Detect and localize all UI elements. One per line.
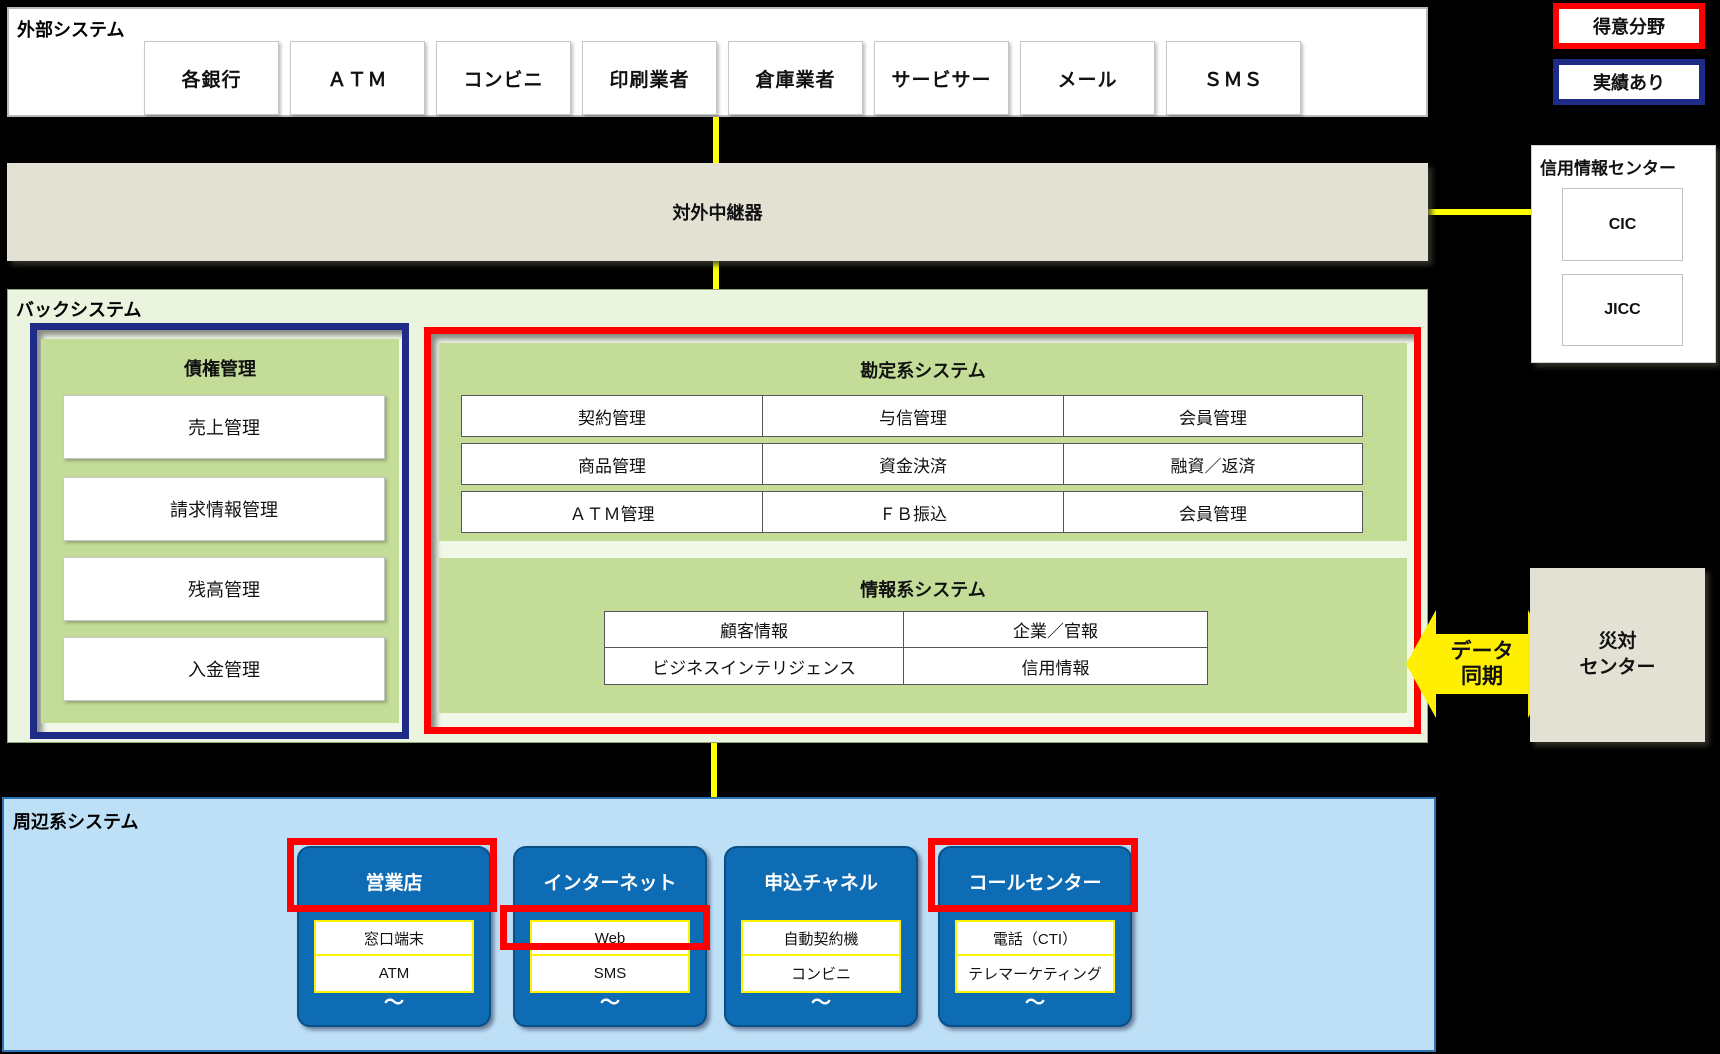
connector-back-to-peripheral (711, 743, 717, 797)
core-banking-title: 勘定系システム (439, 357, 1407, 383)
receivables-item-deposit: 入金管理 (63, 637, 385, 701)
credit-box-cic: CIC (1562, 188, 1683, 261)
core-cell-member-1: 会員管理 (1064, 395, 1363, 437)
channel-application-title: 申込チャネル (726, 868, 916, 895)
core-cell-fb-transfer: ＦＢ振込 (763, 491, 1064, 533)
disaster-center-label-line1: 災対 (1579, 629, 1655, 655)
external-box-printer: 印刷業者 (582, 41, 717, 115)
channel-callcenter-cell-phone-cti: 電話（CTI） (955, 920, 1115, 956)
core-banking-grid: 契約管理 与信管理 会員管理 商品管理 資金決済 融資／返済 ＡＴＭ管理 ＦＢ振… (461, 395, 1363, 533)
highlight-callcenter-header (928, 838, 1138, 912)
info-system-title: 情報系システム (439, 576, 1407, 602)
external-box-warehouse: 倉庫業者 (728, 41, 863, 115)
channel-callcenter-more: ～ (940, 983, 1130, 1017)
external-systems-section: 外部システム 各銀行 ＡＴＭ コンビニ 印刷業者 倉庫業者 サービサー メール … (7, 7, 1428, 117)
connector-external-to-relay (713, 117, 719, 163)
receivables-title: 債権管理 (41, 355, 399, 381)
external-systems-label: 外部システム (17, 16, 124, 42)
credit-info-center: 信用情報センター CIC JICC (1531, 145, 1716, 363)
channel-branch-cell-teller: 窓口端末 (314, 920, 474, 956)
info-system-grid: 顧客情報 企業／官報 ビジネスインテリジェンス 信用情報 (604, 611, 1208, 685)
channel-application: 申込チャネル 自動契約機 コンビニ ～ (724, 846, 918, 1027)
external-box-atm: ＡＴＭ (290, 41, 425, 115)
system-architecture-diagram: 外部システム 各銀行 ＡＴＭ コンビニ 印刷業者 倉庫業者 サービサー メール … (0, 0, 1720, 1054)
back-system-label: バックシステム (16, 296, 141, 322)
channel-internet-more: ～ (515, 983, 705, 1017)
channel-branch-more: ～ (299, 983, 489, 1017)
legend-track-record: 実績あり (1553, 59, 1705, 105)
core-cell-loan-repayment: 融資／返済 (1064, 443, 1363, 485)
receivables-item-balance: 残高管理 (63, 557, 385, 621)
disaster-center-box: 災対 センター (1530, 568, 1705, 742)
external-box-banks: 各銀行 (144, 41, 279, 115)
external-box-convenience: コンビニ (436, 41, 571, 115)
relay-bar: 対外中継器 (7, 163, 1428, 261)
highlight-web-cell (500, 905, 710, 950)
credit-info-center-label: 信用情報センター (1540, 154, 1676, 179)
peripheral-systems-section: 周辺系システム 営業店 窓口端末 ATM ～ インターネット Web SMS ～… (2, 797, 1436, 1052)
info-system-panel: 情報系システム 顧客情報 企業／官報 ビジネスインテリジェンス 信用情報 (439, 558, 1407, 713)
external-box-sms: ＳＭＳ (1166, 41, 1301, 115)
receivables-management-box: 債権管理 売上管理 請求情報管理 残高管理 入金管理 (30, 323, 409, 739)
legend-specialty: 得意分野 (1553, 3, 1705, 49)
back-system-section: バックシステム 債権管理 売上管理 請求情報管理 残高管理 入金管理 勘定系シス… (7, 289, 1428, 743)
core-cell-member-2: 会員管理 (1064, 491, 1363, 533)
receivables-item-sales: 売上管理 (63, 395, 385, 459)
receivables-panel: 債権管理 売上管理 請求情報管理 残高管理 入金管理 (41, 339, 399, 723)
core-cell-settlement: 資金決済 (763, 443, 1064, 485)
external-box-servicer: サービサー (874, 41, 1009, 115)
channel-application-more: ～ (726, 983, 916, 1017)
info-cell-corporate-gazette: 企業／官報 (904, 611, 1208, 648)
highlight-branch-header (287, 838, 497, 912)
core-system-box: 勘定系システム 契約管理 与信管理 会員管理 商品管理 資金決済 融資／返済 Ａ… (424, 327, 1421, 734)
external-box-mail: メール (1020, 41, 1155, 115)
core-cell-contract: 契約管理 (461, 395, 763, 437)
core-cell-product: 商品管理 (461, 443, 763, 485)
connector-relay-to-credit (1428, 209, 1531, 215)
core-banking-panel: 勘定系システム 契約管理 与信管理 会員管理 商品管理 資金決済 融資／返済 Ａ… (439, 343, 1407, 541)
receivables-item-billing: 請求情報管理 (63, 477, 385, 541)
peripheral-systems-label: 周辺系システム (13, 808, 138, 834)
disaster-center-label-line2: センター (1579, 655, 1655, 681)
info-cell-business-intelligence: ビジネスインテリジェンス (604, 648, 904, 685)
connector-relay-to-back (713, 261, 719, 289)
info-cell-customer: 顧客情報 (604, 611, 904, 648)
credit-box-jicc: JICC (1562, 274, 1683, 346)
channel-internet-title: インターネット (515, 868, 705, 895)
channel-application-cell-auto-contract: 自動契約機 (741, 920, 901, 956)
core-cell-atm-management: ＡＴＭ管理 (461, 491, 763, 533)
info-cell-credit-info: 信用情報 (904, 648, 1208, 685)
core-cell-credit: 与信管理 (763, 395, 1064, 437)
